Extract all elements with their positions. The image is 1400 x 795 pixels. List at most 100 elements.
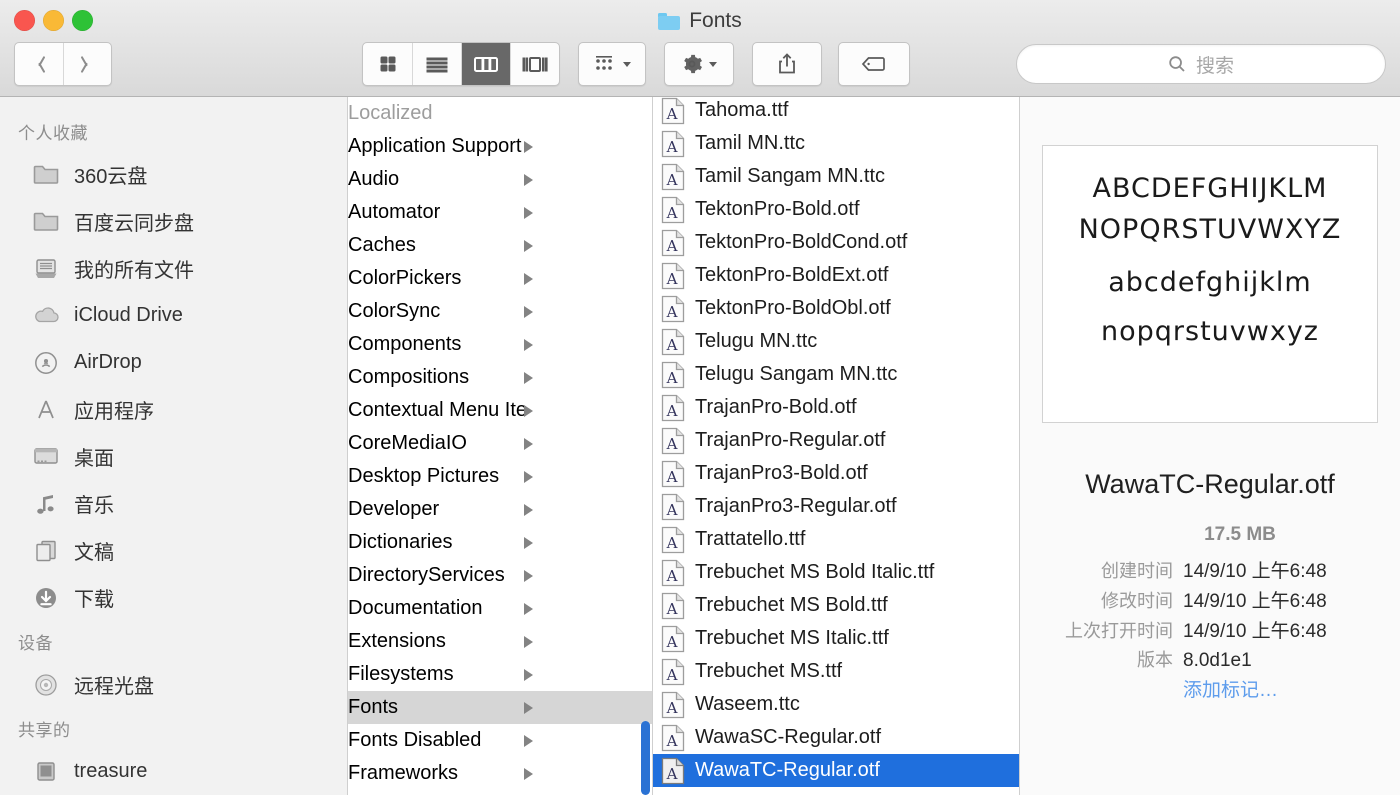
svg-text:A: A xyxy=(666,270,678,288)
column-folders[interactable]: Localized Application Support Audio Auto… xyxy=(348,97,653,795)
icon-view-button[interactable] xyxy=(363,43,412,85)
metadata-row-last-opened: 上次打开时间 14/9/10 上午6:48 xyxy=(1020,616,1386,643)
list-item[interactable]: Documentation xyxy=(348,592,652,625)
list-item[interactable]: ColorSync xyxy=(348,295,652,328)
file-row[interactable]: A TrajanPro3-Regular.otf xyxy=(653,490,1019,523)
column-view-button[interactable] xyxy=(461,43,510,85)
add-tags-link[interactable]: 添加标记… xyxy=(1183,675,1373,702)
chevron-right-icon xyxy=(524,767,533,780)
file-row[interactable]: A TektonPro-BoldCond.otf xyxy=(653,226,1019,259)
computer-icon xyxy=(32,760,60,784)
list-item[interactable]: Developer xyxy=(348,493,652,526)
list-item[interactable]: Components xyxy=(348,328,652,361)
action-menu-button[interactable] xyxy=(664,42,734,86)
sidebar-item-desktop[interactable]: 桌面 xyxy=(0,433,347,480)
list-item[interactable]: Automator xyxy=(348,196,652,229)
font-file-icon: A xyxy=(661,262,685,290)
gallery-view-button[interactable] xyxy=(510,43,559,85)
file-row[interactable]: A Trebuchet MS Bold.ttf xyxy=(653,589,1019,622)
chevron-right-icon xyxy=(524,239,533,252)
close-button[interactable] xyxy=(14,10,35,31)
titlebar: Fonts 搜索 xyxy=(0,0,1400,97)
forward-button[interactable] xyxy=(63,43,111,85)
arrange-button[interactable] xyxy=(578,42,646,86)
sidebar-item-baiduyun[interactable]: 百度云同步盘 xyxy=(0,198,347,245)
file-row[interactable]: A Tamil MN.ttc xyxy=(653,127,1019,160)
list-item[interactable]: Compositions xyxy=(348,361,652,394)
list-item[interactable]: Localized xyxy=(348,97,652,130)
file-row[interactable]: A Trattatello.ttf xyxy=(653,523,1019,556)
list-item[interactable]: Application Support xyxy=(348,130,652,163)
list-item-selected-fonts[interactable]: Fonts xyxy=(348,691,652,724)
tags-button[interactable] xyxy=(838,42,910,86)
search-field[interactable]: 搜索 xyxy=(1016,44,1386,84)
chevron-right-icon xyxy=(524,338,533,351)
sidebar-item-music[interactable]: 音乐 xyxy=(0,480,347,527)
file-row[interactable]: A TrajanPro-Bold.otf xyxy=(653,391,1019,424)
back-button[interactable] xyxy=(15,43,63,85)
grid-icon xyxy=(380,56,395,72)
font-file-icon: A xyxy=(661,559,685,587)
list-item[interactable]: Contextual Menu Items xyxy=(348,394,652,427)
file-row[interactable]: A TrajanPro-Regular.otf xyxy=(653,424,1019,457)
font-file-icon: A xyxy=(661,229,685,257)
list-item[interactable]: Audio xyxy=(348,163,652,196)
list-view-button[interactable] xyxy=(412,43,461,85)
column-folders-scrollbar[interactable] xyxy=(641,721,650,795)
sidebar-item-icloud-drive[interactable]: iCloud Drive xyxy=(0,292,347,339)
file-row-selected[interactable]: A WawaTC-Regular.otf xyxy=(653,754,1019,787)
file-row[interactable]: A Trebuchet MS Italic.ttf xyxy=(653,622,1019,655)
chevron-right-icon xyxy=(524,602,533,615)
list-item[interactable]: Desktop Pictures xyxy=(348,460,652,493)
sidebar-item-downloads[interactable]: 下载 xyxy=(0,574,347,621)
list-item[interactable]: Filesystems xyxy=(348,658,652,691)
sidebar-item-360yunpan[interactable]: 360云盘 xyxy=(0,151,347,198)
column-folders-list: Localized Application Support Audio Auto… xyxy=(348,97,652,790)
sidebar-item-remote-disc[interactable]: 远程光盘 xyxy=(0,661,347,708)
file-row[interactable]: A WawaSC-Regular.otf xyxy=(653,721,1019,754)
file-row[interactable]: A Telugu Sangam MN.ttc xyxy=(653,358,1019,391)
sidebar-item-applications[interactable]: 应用程序 xyxy=(0,386,347,433)
chevron-down-icon xyxy=(622,61,631,67)
font-file-icon: A xyxy=(661,757,685,785)
specimen-line-uppercase-2: NOPQRSTUVWXYZ xyxy=(1078,214,1342,246)
list-item[interactable]: DirectoryServices xyxy=(348,559,652,592)
sidebar-item-treasure[interactable]: treasure xyxy=(0,748,347,795)
font-file-icon: A xyxy=(661,427,685,455)
sidebar-item-label: iCloud Drive xyxy=(74,304,183,326)
minimize-button[interactable] xyxy=(43,10,64,31)
svg-text:A: A xyxy=(666,336,678,354)
file-row[interactable]: A Tahoma.ttf xyxy=(653,97,1019,127)
file-row[interactable]: A TektonPro-Bold.otf xyxy=(653,193,1019,226)
sidebar-item-airdrop[interactable]: AirDrop xyxy=(0,339,347,386)
tag-icon xyxy=(861,57,885,71)
sidebar-item-label: 远程光盘 xyxy=(74,676,154,698)
metadata-value: 14/9/10 上午6:48 xyxy=(1183,591,1327,612)
list-item[interactable]: Extensions xyxy=(348,625,652,658)
column-files[interactable]: A Tahoma.ttf A Tamil MN.ttc A Tamil Sangam … xyxy=(653,97,1020,795)
file-row[interactable]: A TektonPro-BoldObl.otf xyxy=(653,292,1019,325)
file-row[interactable]: A Telugu MN.ttc xyxy=(653,325,1019,358)
list-item[interactable]: CoreMediaIO xyxy=(348,427,652,460)
search-input[interactable]: 搜索 xyxy=(1196,51,1234,78)
file-row[interactable]: A Trebuchet MS.ttf xyxy=(653,655,1019,688)
share-button[interactable] xyxy=(752,42,822,86)
sidebar-item-documents[interactable]: 文稿 xyxy=(0,527,347,574)
finder-window: Fonts 搜索 个人收藏 360云盘 百度云同步盘 我的所有文件 iCloud… xyxy=(0,0,1400,795)
sidebar-item-all-my-files[interactable]: 我的所有文件 xyxy=(0,245,347,292)
chevron-right-icon xyxy=(524,734,533,747)
file-row[interactable]: A TrajanPro3-Bold.otf xyxy=(653,457,1019,490)
documents-icon xyxy=(32,539,60,563)
zoom-button[interactable] xyxy=(72,10,93,31)
file-row[interactable]: A Trebuchet MS Bold Italic.ttf xyxy=(653,556,1019,589)
list-item[interactable]: ColorPickers xyxy=(348,262,652,295)
sidebar-section-header-shared: 共享的 xyxy=(18,721,71,740)
list-item[interactable]: Fonts Disabled xyxy=(348,724,652,757)
list-item[interactable]: Caches xyxy=(348,229,652,262)
chevron-right-icon xyxy=(82,55,93,73)
file-row[interactable]: A TektonPro-BoldExt.otf xyxy=(653,259,1019,292)
list-item[interactable]: Frameworks xyxy=(348,757,652,790)
list-item[interactable]: Dictionaries xyxy=(348,526,652,559)
file-row[interactable]: A Tamil Sangam MN.ttc xyxy=(653,160,1019,193)
file-row[interactable]: A Waseem.ttc xyxy=(653,688,1019,721)
